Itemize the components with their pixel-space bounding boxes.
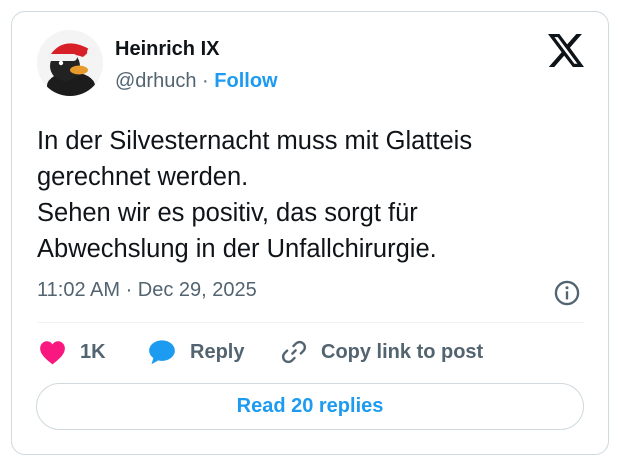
copy-link-label: Copy link to post [321,340,484,363]
tweet-card: Heinrich IX @drhuch · Follow In der Silv… [11,11,609,455]
like-count: 1K [80,340,106,363]
duck-avatar-image [37,30,103,96]
author-name[interactable]: Heinrich IX [115,38,219,61]
author-handle[interactable]: @drhuch [115,70,196,92]
speech-bubble-icon [149,340,175,365]
avatar[interactable] [37,30,103,96]
x-logo-icon[interactable] [548,34,584,67]
divider [37,322,584,323]
tweet-text-line: gerechnet werden. [37,163,249,191]
heart-icon [40,340,65,364]
tweet-text-line: Abwechslung in der Unfallchirurgie. [37,235,437,263]
author-handle-row: @drhuch · Follow [115,70,278,93]
tweet-timestamp[interactable]: 11:02 AM · Dec 29, 2025 [37,279,257,302]
follow-button[interactable]: Follow [214,70,277,92]
info-icon[interactable] [553,279,581,307]
tweet-text: In der Silvesternacht muss mit Glatteis … [37,123,587,267]
read-replies-label: Read 20 replies [236,395,384,417]
reply-button[interactable]: Reply [148,337,244,367]
copy-link-button[interactable]: Copy link to post [281,337,483,367]
link-icon [281,340,307,364]
handle-separator: · [202,70,209,92]
like-button[interactable]: 1K [39,337,106,367]
tweet-text-line: In der Silvesternacht muss mit Glatteis [37,127,473,155]
tweet-text-line: Sehen wir es positiv, das sorgt für [37,199,418,227]
reply-label: Reply [190,340,245,363]
read-replies-button[interactable]: Read 20 replies [36,383,584,430]
